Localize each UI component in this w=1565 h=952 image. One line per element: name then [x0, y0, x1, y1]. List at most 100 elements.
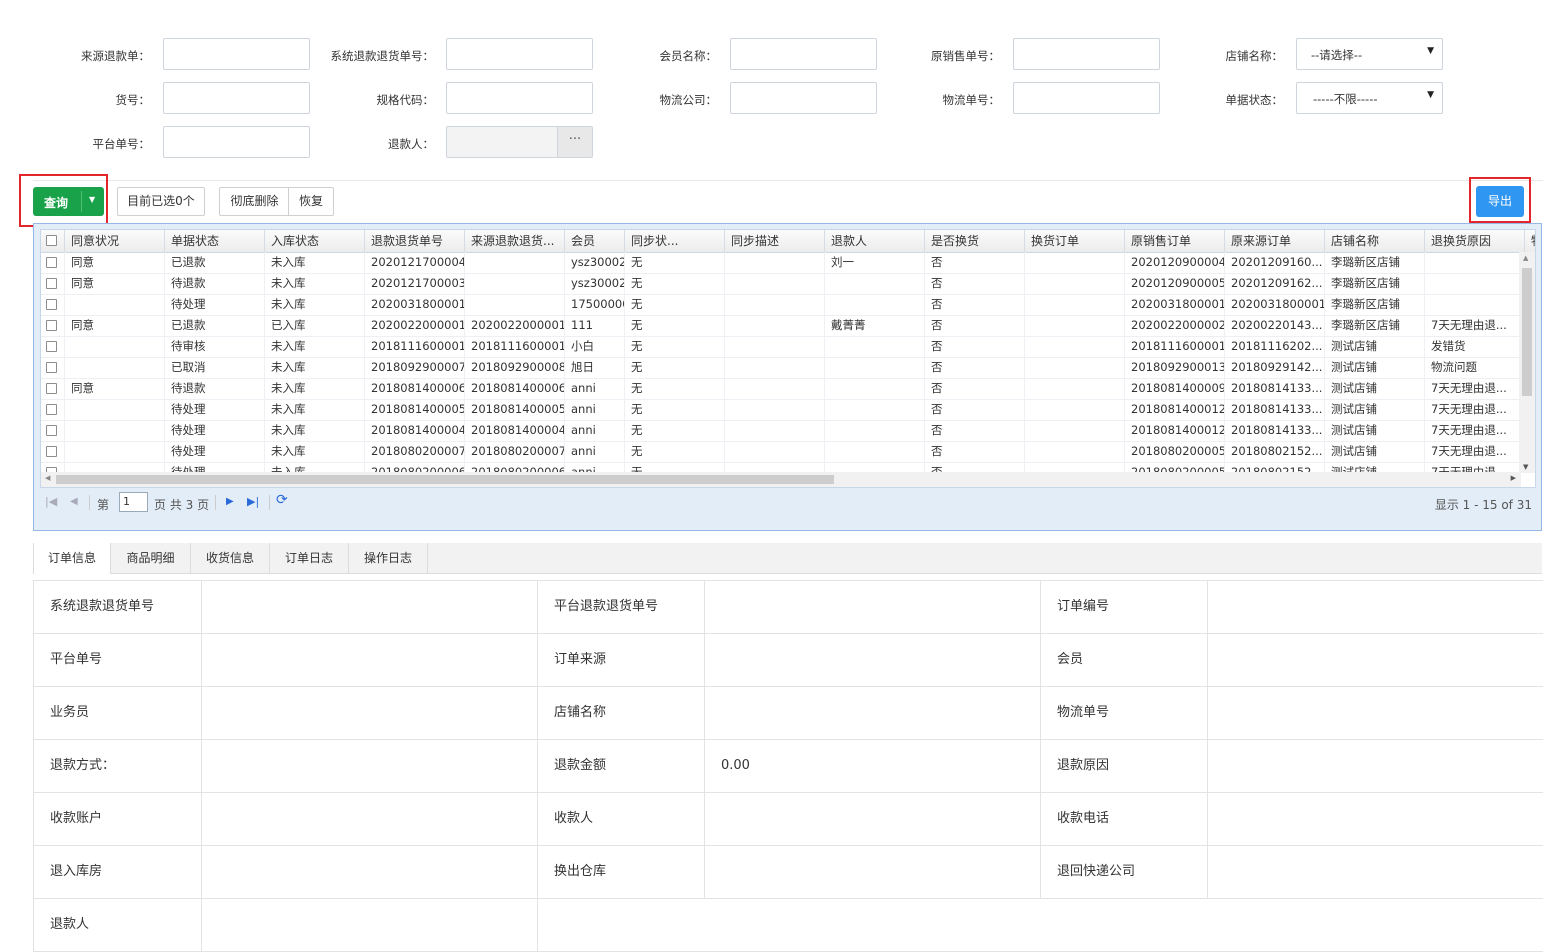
table-cell: 2018081400012 [1125, 399, 1225, 420]
tab-order-info[interactable]: 订单信息 [33, 543, 111, 574]
table-cell [1025, 252, 1125, 273]
spec-code-input[interactable] [446, 82, 593, 114]
doc-status-select[interactable]: -----不限----- ▼ [1296, 82, 1443, 114]
refresh-icon[interactable]: ⟳ [276, 492, 288, 508]
source-refund-no-input[interactable] [163, 38, 310, 70]
more-icon[interactable]: ··· [557, 127, 592, 157]
logistics-no-input[interactable] [1013, 82, 1160, 114]
first-page-icon[interactable]: |◀ [45, 495, 57, 508]
column-header[interactable]: 同步状... [625, 230, 725, 252]
table-row[interactable]: 待处理 未入库 2018081400005 2018081400005 anni 无否 20… [41, 399, 1521, 421]
column-header[interactable]: 退换货原因 [1425, 230, 1525, 252]
column-header[interactable]: 退款人 [825, 230, 925, 252]
member-name-input[interactable] [730, 38, 877, 70]
table-row[interactable]: 同意待退款未入库2020121700003 ysz300029无 否 20201209… [41, 273, 1521, 295]
row-checkbox[interactable] [46, 257, 57, 268]
platform-no-input[interactable] [163, 126, 310, 158]
table-row[interactable]: 待处理 未入库 2018081400004 2018081400004 anni 无否 20… [41, 420, 1521, 442]
column-header[interactable]: 原销售订单 [1125, 230, 1225, 252]
orig-sale-no-input[interactable] [1013, 38, 1160, 70]
sys-refund-no-input[interactable] [446, 38, 593, 70]
table-cell: 2018092900007 [365, 357, 465, 378]
row-checkbox[interactable] [46, 446, 57, 457]
detail-label: 退款人 [33, 899, 201, 951]
selected-count-button[interactable]: 目前已选0个 [117, 187, 205, 216]
delete-permanently-button[interactable]: 彻底删除 [219, 187, 289, 216]
row-checkbox-cell [41, 378, 65, 399]
tab-goods-detail[interactable]: 商品明细 [111, 543, 191, 574]
table-row[interactable]: 同意 待退款 未入库 2018081400006 2018081400006 anni 无否… [41, 378, 1521, 400]
tab-receiving-info[interactable]: 收货信息 [191, 543, 270, 574]
table-row[interactable]: 同意 已退款 已入库 2020022000001 2020022000001 111 无戴菁… [41, 315, 1521, 337]
store-name-select[interactable]: --请选择-- ▼ [1296, 38, 1443, 70]
column-header[interactable]: 店铺名称 [1325, 230, 1425, 252]
logistics-company-input[interactable] [730, 82, 877, 114]
table-cell [465, 252, 565, 273]
scroll-right-icon[interactable]: ▶ [1511, 474, 1516, 482]
goods-no-input[interactable] [163, 82, 310, 114]
column-header[interactable]: 物 [1525, 230, 1535, 252]
detail-row: 系统退款退货单号 平台退款退货单号 订单编号 [33, 581, 1543, 634]
table-row[interactable]: 待处理未入库202003180000117500000013无否20200318… [41, 294, 1521, 316]
vertical-scrollbar[interactable]: ▲ ▼ [1519, 252, 1535, 473]
detail-tabs: 订单信息 商品明细 收货信息 订单日志 操作日志 [33, 543, 1542, 574]
column-header[interactable]: 同步描述 [725, 230, 825, 252]
select-all-checkbox[interactable] [46, 235, 57, 246]
logistics-company-label: 物流公司： [659, 93, 718, 107]
scroll-left-icon[interactable]: ◀ [45, 474, 50, 482]
row-checkbox[interactable] [46, 362, 57, 373]
detail-label: 订单编号 [1040, 581, 1207, 633]
query-button[interactable]: 查询 ▼ [33, 187, 104, 216]
column-header[interactable]: 原来源订单 [1225, 230, 1325, 252]
row-checkbox[interactable] [46, 341, 57, 352]
table-cell: 2020022000001 [365, 315, 465, 336]
column-header[interactable]: 会员 [565, 230, 625, 252]
table-cell: 7天无理由退... [1425, 441, 1521, 462]
table-cell: 测试店铺 [1325, 357, 1425, 378]
table-cell: 2020031800001 [1225, 294, 1325, 315]
table-row[interactable]: 待处理 未入库 2018080200007 2018080200007 anni 无否 20… [41, 441, 1521, 463]
column-header[interactable]: 退款退货单号 [365, 230, 465, 252]
scroll-thumb[interactable] [1522, 268, 1532, 396]
table-row[interactable]: 同意已退款未入库2020121700004 ysz300029无 刘一否 202012… [41, 252, 1521, 274]
tab-order-log[interactable]: 订单日志 [270, 543, 349, 574]
detail-label: 业务员 [33, 687, 201, 739]
table-cell [65, 357, 165, 378]
row-checkbox[interactable] [46, 278, 57, 289]
table-cell: 李璐新区店铺 [1325, 315, 1425, 336]
table-row[interactable]: 待审核 未入库 2018111600001 2018111600001 小白无否 2018… [41, 336, 1521, 358]
next-page-icon[interactable]: ▶ [226, 496, 234, 507]
table-row[interactable]: 已取消 未入库 2018092900007 2018092900008 旭日无 否 2018… [41, 357, 1521, 379]
scroll-up-icon[interactable]: ▲ [1523, 254, 1528, 262]
row-checkbox[interactable] [46, 425, 57, 436]
caret-down-icon[interactable]: ▼ [89, 195, 95, 204]
horizontal-scrollbar[interactable]: ◀ ▶ [41, 472, 1521, 487]
table-cell [725, 420, 825, 441]
detail-row: 退款方式： 退款金额 0.00 退款原因 [33, 740, 1543, 793]
scroll-down-icon[interactable]: ▼ [1523, 463, 1528, 471]
detail-value [201, 634, 537, 686]
column-header[interactable]: 是否换货 [925, 230, 1025, 252]
column-header[interactable]: 换货订单 [1025, 230, 1125, 252]
restore-button[interactable]: 恢复 [288, 187, 334, 216]
tab-operation-log[interactable]: 操作日志 [349, 543, 428, 574]
table-cell: 2018080200005 [1125, 441, 1225, 462]
row-checkbox[interactable] [46, 320, 57, 331]
page-number-input[interactable]: 1 [119, 492, 148, 512]
table-cell: 无 [625, 420, 725, 441]
detail-label: 退回快递公司 [1040, 846, 1207, 898]
column-header[interactable]: 同意状况 [65, 230, 165, 252]
scroll-thumb[interactable] [56, 475, 834, 484]
detail-value [201, 687, 537, 739]
column-header[interactable]: 单据状态 [165, 230, 265, 252]
row-checkbox[interactable] [46, 299, 57, 310]
refunder-input[interactable]: ··· [446, 126, 593, 158]
prev-page-icon[interactable]: ◀ [70, 496, 78, 507]
row-checkbox[interactable] [46, 383, 57, 394]
export-button[interactable]: 导出 [1476, 186, 1524, 217]
table-cell: 2018092900013 [1125, 357, 1225, 378]
column-header[interactable]: 入库状态 [265, 230, 365, 252]
column-header[interactable]: 来源退款退货... [465, 230, 565, 252]
row-checkbox[interactable] [46, 404, 57, 415]
last-page-icon[interactable]: ▶| [247, 495, 259, 508]
